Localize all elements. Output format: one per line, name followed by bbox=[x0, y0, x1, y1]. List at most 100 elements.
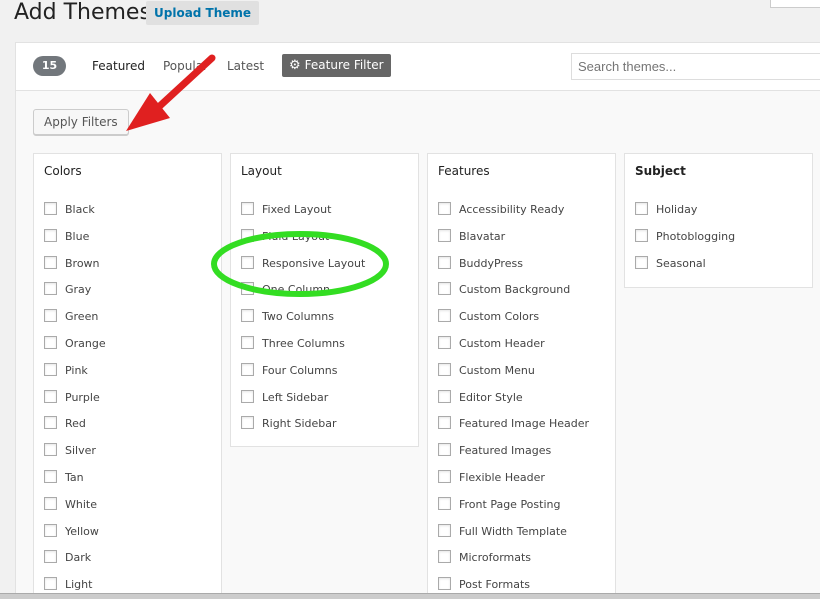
option-label: Two Columns bbox=[262, 310, 334, 324]
filter-option[interactable]: Three Columns bbox=[231, 335, 418, 363]
option-label: Full Width Template bbox=[459, 524, 567, 538]
apply-filters-button[interactable]: Apply Filters bbox=[33, 109, 129, 135]
filter-bar: 15 Featured Popular Latest ⚙ Feature Filt… bbox=[16, 43, 820, 91]
filter-option[interactable]: Custom Colors bbox=[428, 309, 615, 336]
filter-option[interactable]: Red bbox=[34, 416, 221, 443]
checkbox[interactable] bbox=[241, 228, 254, 242]
checkbox[interactable] bbox=[438, 202, 451, 215]
checkbox[interactable] bbox=[44, 550, 57, 564]
filter-option[interactable]: Editor Style bbox=[428, 389, 615, 417]
feature-filter-label: Feature Filter bbox=[304, 58, 384, 72]
filter-option[interactable]: Featured Image Header bbox=[428, 416, 615, 443]
filter-option[interactable]: White bbox=[34, 496, 221, 524]
checkbox[interactable] bbox=[44, 335, 57, 349]
checkbox[interactable] bbox=[438, 577, 451, 591]
filter-option[interactable]: Silver bbox=[34, 443, 221, 470]
filter-option[interactable]: Purple bbox=[34, 389, 221, 417]
option-label: Dark bbox=[65, 551, 92, 565]
checkbox[interactable] bbox=[241, 282, 254, 296]
tab-featured[interactable]: Featured bbox=[92, 59, 145, 73]
filter-option[interactable]: Custom Background bbox=[428, 282, 615, 309]
checkbox[interactable] bbox=[438, 282, 451, 296]
filter-option[interactable]: Featured Images bbox=[428, 443, 615, 470]
feature-filter-button[interactable]: ⚙ Feature Filter bbox=[282, 54, 391, 77]
checkbox[interactable] bbox=[241, 335, 254, 349]
filter-option[interactable]: Four Columns bbox=[231, 362, 418, 390]
checkbox[interactable] bbox=[44, 362, 57, 376]
checkbox[interactable] bbox=[241, 362, 254, 376]
checkbox[interactable] bbox=[44, 443, 57, 457]
filter-option[interactable]: Custom Header bbox=[428, 335, 615, 363]
filter-option[interactable]: Custom Menu bbox=[428, 362, 615, 390]
checkbox[interactable] bbox=[44, 202, 57, 215]
filter-option[interactable]: Fluid Layout bbox=[231, 228, 418, 256]
filter-option[interactable]: Yellow bbox=[34, 523, 221, 551]
filter-option[interactable]: Gray bbox=[34, 282, 221, 309]
checkbox[interactable] bbox=[44, 309, 57, 323]
filter-group-features: Features Accessibility Ready Blavatar Bu… bbox=[427, 153, 616, 599]
tab-popular[interactable]: Popular bbox=[163, 59, 208, 73]
checkbox[interactable] bbox=[438, 416, 451, 430]
checkbox[interactable] bbox=[44, 577, 57, 591]
horizontal-scrollbar[interactable] bbox=[0, 593, 820, 599]
filter-option[interactable]: Accessibility Ready bbox=[428, 202, 615, 229]
filter-option[interactable]: Full Width Template bbox=[428, 523, 615, 551]
checkbox[interactable] bbox=[241, 255, 254, 269]
checkbox[interactable] bbox=[44, 496, 57, 510]
filter-option[interactable]: Microformats bbox=[428, 550, 615, 577]
checkbox[interactable] bbox=[241, 389, 254, 403]
option-label: Fixed Layout bbox=[262, 203, 332, 216]
filter-group-subject: Subject Holiday Photoblogging Seasonal bbox=[624, 153, 813, 288]
filter-option[interactable]: Tan bbox=[34, 469, 221, 497]
checkbox[interactable] bbox=[635, 228, 648, 242]
filter-option[interactable]: Flexible Header bbox=[428, 469, 615, 497]
checkbox[interactable] bbox=[438, 335, 451, 349]
filter-option[interactable]: Right Sidebar bbox=[231, 416, 418, 443]
filter-option[interactable]: One Column bbox=[231, 282, 418, 309]
filter-option[interactable]: Two Columns bbox=[231, 309, 418, 336]
checkbox[interactable] bbox=[241, 416, 254, 430]
checkbox[interactable] bbox=[438, 523, 451, 537]
filter-option[interactable]: Orange bbox=[34, 335, 221, 363]
filter-option[interactable]: Seasonal bbox=[625, 255, 812, 283]
tab-latest[interactable]: Latest bbox=[227, 59, 264, 73]
checkbox[interactable] bbox=[241, 309, 254, 323]
checkbox[interactable] bbox=[635, 202, 648, 215]
checkbox[interactable] bbox=[438, 443, 451, 457]
checkbox[interactable] bbox=[438, 389, 451, 403]
filter-option[interactable]: Dark bbox=[34, 550, 221, 577]
filter-option[interactable]: Holiday bbox=[625, 202, 812, 229]
checkbox[interactable] bbox=[438, 496, 451, 510]
checkbox[interactable] bbox=[44, 469, 57, 483]
checkbox[interactable] bbox=[438, 309, 451, 323]
checkbox[interactable] bbox=[438, 255, 451, 269]
checkbox[interactable] bbox=[44, 228, 57, 242]
search-input[interactable] bbox=[571, 53, 820, 80]
filter-option[interactable]: Photoblogging bbox=[625, 228, 812, 256]
filter-option[interactable]: Blavatar bbox=[428, 228, 615, 256]
checkbox[interactable] bbox=[438, 469, 451, 483]
filter-option[interactable]: Pink bbox=[34, 362, 221, 390]
checkbox[interactable] bbox=[44, 523, 57, 537]
filter-option[interactable]: Brown bbox=[34, 255, 221, 283]
filter-option[interactable]: Black bbox=[34, 202, 221, 229]
checkbox[interactable] bbox=[438, 550, 451, 564]
filter-option[interactable]: Responsive Layout bbox=[231, 255, 418, 283]
checkbox[interactable] bbox=[241, 202, 254, 215]
checkbox[interactable] bbox=[44, 282, 57, 296]
checkbox[interactable] bbox=[44, 255, 57, 269]
upload-theme-button[interactable]: Upload Theme bbox=[146, 1, 260, 25]
checkbox[interactable] bbox=[438, 362, 451, 376]
checkbox[interactable] bbox=[635, 255, 648, 269]
checkbox[interactable] bbox=[44, 416, 57, 430]
filter-option[interactable]: Fixed Layout bbox=[231, 202, 418, 229]
filter-option[interactable]: Blue bbox=[34, 228, 221, 256]
checkbox[interactable] bbox=[438, 228, 451, 242]
checkbox[interactable] bbox=[44, 389, 57, 403]
filter-option[interactable]: Left Sidebar bbox=[231, 389, 418, 417]
help-tab[interactable] bbox=[770, 0, 820, 8]
filter-option[interactable]: Green bbox=[34, 309, 221, 336]
option-label: Holiday bbox=[656, 203, 698, 216]
filter-option[interactable]: Front Page Posting bbox=[428, 496, 615, 524]
filter-option[interactable]: BuddyPress bbox=[428, 255, 615, 283]
